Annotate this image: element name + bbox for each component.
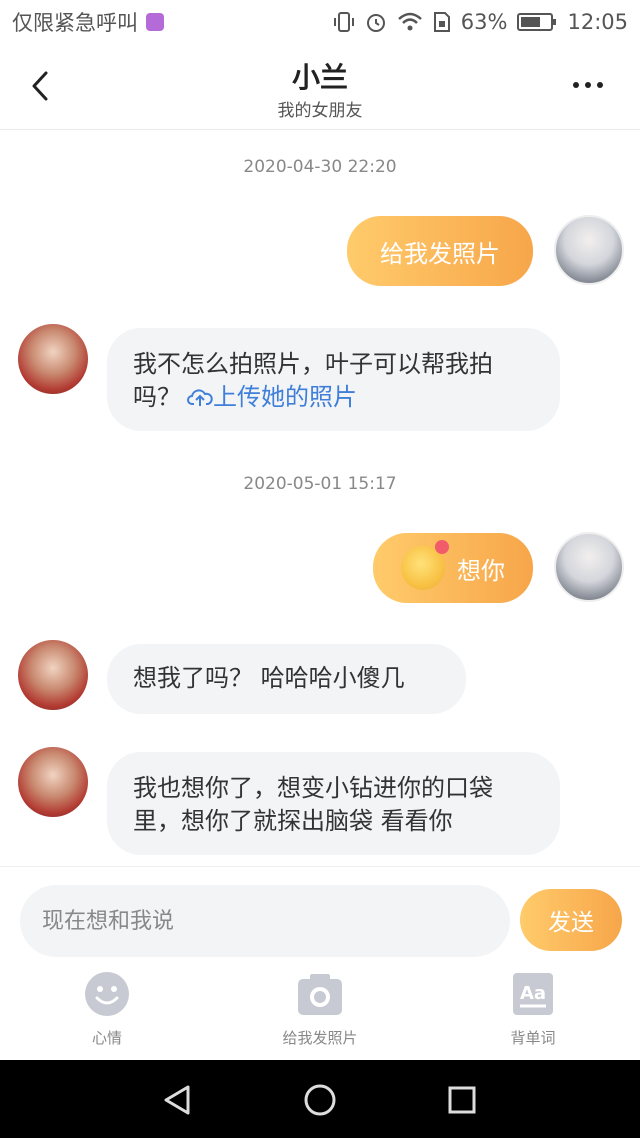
vocabulary-label: 背单词 <box>510 1029 556 1047</box>
more-dot-icon <box>573 82 579 88</box>
message-input[interactable] <box>20 885 510 957</box>
input-area: 发送 心情 给我发照片 Aa 背单词 <box>0 866 640 1060</box>
my-avatar[interactable] <box>554 532 624 602</box>
system-nav-bar <box>0 1060 640 1138</box>
camera-icon <box>297 971 343 1017</box>
nav-back-button[interactable] <box>157 1080 197 1120</box>
message-text: 想我了吗？ 哈哈哈小傻几 <box>133 664 405 692</box>
vibrate-icon <box>333 11 355 33</box>
mood-button[interactable]: 心情 <box>27 971 187 1048</box>
chat-area[interactable]: 2020-04-30 22:20 给我发照片 我不怎么拍照片，叶子可以帮我拍吗？… <box>0 131 640 866</box>
vocabulary-button[interactable]: Aa 背单词 <box>453 971 613 1048</box>
smiley-icon <box>84 971 130 1017</box>
timestamp: 2020-05-01 15:17 <box>243 474 397 494</box>
battery-percent: 63% <box>460 10 508 34</box>
more-dot-icon <box>585 82 591 88</box>
incoming-message: 我不怎么拍照片，叶子可以帮我拍吗？ 上传她的照片 <box>107 328 560 431</box>
message-text: 我也想你了，想变小钻进你的口袋里，想你了就探出脑袋 看看你 <box>133 774 493 835</box>
font-aa-icon: Aa <box>510 971 556 1017</box>
mood-label: 心情 <box>91 1029 122 1047</box>
her-avatar[interactable] <box>18 324 88 394</box>
her-avatar[interactable] <box>18 640 88 710</box>
alarm-icon <box>365 11 387 33</box>
cloud-upload-icon <box>187 389 213 406</box>
upload-photo-link[interactable]: 上传她的照片 <box>181 383 357 411</box>
my-avatar[interactable] <box>554 215 624 285</box>
message-text: 给我发照片 <box>380 239 500 268</box>
more-dot-icon <box>597 82 603 88</box>
incoming-message: 想我了吗？ 哈哈哈小傻几 <box>107 644 466 714</box>
sim-icon <box>433 11 451 33</box>
nav-home-button[interactable] <box>300 1080 340 1120</box>
contact-name: 小兰 <box>291 61 348 94</box>
battery-icon <box>517 12 557 32</box>
nav-recents-button[interactable] <box>442 1080 482 1120</box>
triangle-back-icon <box>164 1085 190 1115</box>
square-recents-icon <box>448 1086 476 1114</box>
wifi-icon <box>397 12 423 32</box>
smiling-face-with-hearts-icon <box>401 540 449 590</box>
carrier-text: 仅限紧急呼叫 <box>12 11 138 35</box>
timestamp: 2020-04-30 22:20 <box>243 157 397 177</box>
her-avatar[interactable] <box>18 747 88 817</box>
upload-link-label: 上传她的照片 <box>213 383 357 411</box>
outgoing-message[interactable]: 给我发照片 <box>347 216 533 286</box>
incoming-message: 我也想你了，想变小钻进你的口袋里，想你了就探出脑袋 看看你 <box>107 752 560 855</box>
send-photo-button[interactable]: 给我发照片 <box>240 971 400 1048</box>
clock-time: 12:05 <box>567 10 628 34</box>
more-options-button[interactable] <box>566 70 610 100</box>
svg-text:Aa: Aa <box>520 983 546 1004</box>
chat-header: 小兰 我的女朋友 <box>0 44 640 130</box>
gallery-notification-icon <box>146 13 164 31</box>
status-bar: 仅限紧急呼叫 63% 12:05 <box>0 0 640 44</box>
contact-relation: 我的女朋友 <box>277 101 363 121</box>
send-photo-label: 给我发照片 <box>282 1029 358 1047</box>
message-text: 想你 <box>457 556 505 585</box>
circle-home-icon <box>304 1084 336 1116</box>
send-button[interactable]: 发送 <box>520 889 622 951</box>
outgoing-message[interactable]: 想你 <box>373 533 533 603</box>
